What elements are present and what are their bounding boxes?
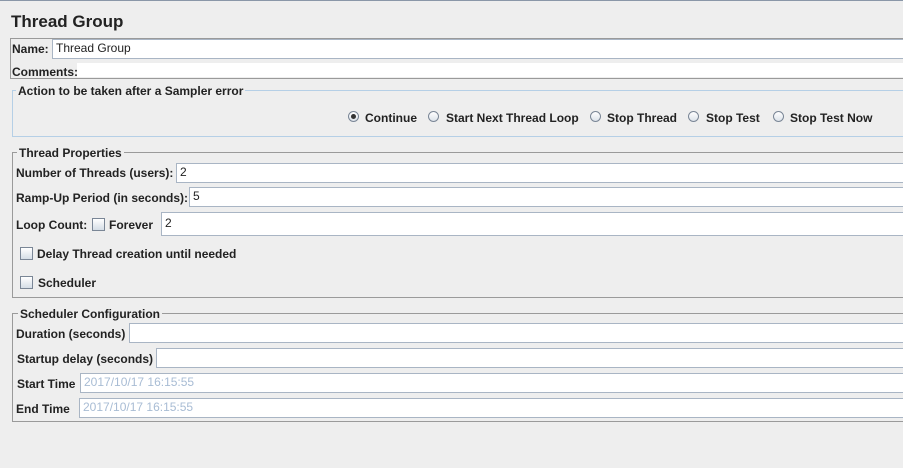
forever-label[interactable]: Forever xyxy=(109,218,153,232)
scheduler-label[interactable]: Scheduler xyxy=(38,276,96,290)
loop-count-input[interactable]: 2 xyxy=(161,212,903,236)
radio-stop-test-label[interactable]: Stop Test xyxy=(706,111,760,125)
radio-stop-test-now-label[interactable]: Stop Test Now xyxy=(790,111,872,125)
threads-label: Number of Threads (users): xyxy=(16,166,174,180)
thread-properties-legend: Thread Properties xyxy=(17,146,124,160)
duration-input[interactable] xyxy=(129,323,903,343)
forever-checkbox[interactable] xyxy=(92,218,105,231)
startup-delay-label: Startup delay (seconds) xyxy=(17,352,154,366)
comments-input[interactable] xyxy=(77,63,903,77)
end-time-label: End Time xyxy=(16,402,70,416)
rampup-label: Ramp-Up Period (in seconds): xyxy=(16,191,189,205)
delay-thread-checkbox[interactable] xyxy=(20,247,33,260)
page-title: Thread Group xyxy=(11,12,124,31)
threads-input[interactable]: 2 xyxy=(176,163,903,183)
name-label: Name: xyxy=(12,42,49,56)
scheduler-checkbox[interactable] xyxy=(20,276,33,289)
radio-stop-thread-label[interactable]: Stop Thread xyxy=(607,111,677,125)
top-border xyxy=(0,0,903,1)
radio-start-next-label[interactable]: Start Next Thread Loop xyxy=(446,111,579,125)
start-time-label: Start Time xyxy=(17,377,76,391)
end-time-input[interactable]: 2017/10/17 16:15:55 xyxy=(79,398,903,418)
loop-count-label: Loop Count: xyxy=(16,218,88,232)
name-input[interactable]: Thread Group xyxy=(52,39,903,59)
scheduler-config-legend: Scheduler Configuration xyxy=(18,307,163,321)
radio-stop-thread[interactable] xyxy=(590,111,601,122)
radio-stop-test-now[interactable] xyxy=(773,111,784,122)
radio-continue[interactable] xyxy=(348,111,359,122)
duration-label: Duration (seconds) xyxy=(16,327,126,341)
radio-start-next-thread-loop[interactable] xyxy=(428,111,439,122)
comments-label: Comments: xyxy=(12,65,79,79)
sampler-error-legend: Action to be taken after a Sampler error xyxy=(16,84,246,98)
rampup-input[interactable]: 5 xyxy=(189,187,903,207)
delay-thread-label[interactable]: Delay Thread creation until needed xyxy=(37,247,236,261)
radio-stop-test[interactable] xyxy=(688,111,699,122)
startup-delay-input[interactable] xyxy=(156,348,903,368)
radio-continue-label[interactable]: Continue xyxy=(365,111,417,125)
start-time-input[interactable]: 2017/10/17 16:15:55 xyxy=(80,373,903,393)
